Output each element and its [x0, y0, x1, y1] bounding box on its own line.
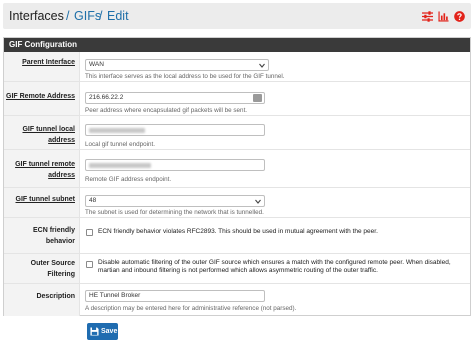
parent-interface-hint: This interface serves as the local addre… [85, 73, 285, 80]
row-tunnel-local: GIF tunnel local address Local gif tunne… [4, 116, 470, 150]
description-label: Description [36, 293, 75, 300]
tunnel-subnet-hint: The subnet is used for determining the n… [85, 209, 264, 216]
breadcrumb-separator: / [66, 9, 70, 23]
ecn-checkbox-text[interactable]: ECN friendly behavior violates RFC2893. … [98, 228, 378, 236]
tunnel-remote-input[interactable] [85, 159, 265, 171]
tunnel-local-hint: Local gif tunnel endpoint. [85, 141, 156, 148]
ecn-checkbox[interactable] [86, 229, 93, 236]
redacted-value [89, 128, 145, 133]
save-button[interactable]: Save [87, 323, 118, 340]
panel-header: GIF Configuration [4, 38, 470, 52]
page-header: Interfaces / GIFs / Edit [3, 3, 471, 29]
panel-title: GIF Configuration [9, 40, 77, 49]
gif-configuration-panel: GIF Configuration Parent Interface WAN T… [3, 37, 471, 316]
row-remote-address: GIF Remote Address 216.66.22.2 Peer addr… [4, 82, 470, 116]
description-value: HE Tunnel Broker [89, 292, 141, 299]
tunnel-local-label: GIF tunnel local address [22, 126, 75, 144]
tunnel-subnet-label: GIF tunnel subnet [15, 196, 76, 203]
ecn-label: ECN friendly behavior [32, 227, 75, 245]
breadcrumb-gifs[interactable]: GIFs [74, 9, 101, 23]
bar-chart-icon[interactable] [438, 11, 449, 22]
parent-interface-select[interactable]: WAN [85, 59, 269, 71]
tunnel-local-input[interactable] [85, 124, 265, 136]
row-tunnel-subnet: GIF tunnel subnet 48 The subnet is used … [4, 188, 470, 218]
redacted-value [89, 163, 151, 168]
tunnel-remote-label: GIF tunnel remote address [15, 161, 75, 179]
outer-filter-checkbox[interactable] [86, 261, 93, 268]
tunnel-remote-hint: Remote GIF address endpoint. [85, 176, 172, 183]
remote-address-label: GIF Remote Address [6, 93, 75, 100]
description-input[interactable]: HE Tunnel Broker [85, 290, 265, 302]
tunnel-subnet-value: 48 [89, 197, 97, 204]
remote-address-hint: Peer address where encapsulated gif pack… [85, 107, 248, 114]
breadcrumb-separator: / [99, 9, 103, 23]
parent-interface-label: Parent Interface [22, 59, 75, 66]
tunnel-subnet-select[interactable]: 48 [85, 195, 265, 207]
help-icon[interactable] [454, 11, 465, 22]
row-description: Description HE Tunnel Broker A descripti… [4, 284, 470, 316]
description-hint: A description may be entered here for ad… [85, 305, 297, 312]
sliders-icon[interactable] [422, 11, 433, 22]
address-picker-icon[interactable] [253, 94, 262, 102]
remote-address-input[interactable]: 216.66.22.2 [85, 92, 265, 104]
save-icon [90, 327, 99, 336]
save-label: Save [101, 328, 118, 335]
remote-address-value: 216.66.22.2 [89, 94, 124, 101]
row-outer-filter: Outer Source Filtering Disable automatic… [4, 254, 470, 284]
parent-interface-value: WAN [89, 61, 104, 68]
breadcrumb-interfaces[interactable]: Interfaces [9, 9, 64, 23]
chevron-down-icon [255, 199, 261, 204]
breadcrumb-edit: Edit [107, 9, 129, 23]
row-parent-interface: Parent Interface WAN This interface serv… [4, 52, 470, 82]
outer-filter-checkbox-text[interactable]: Disable automatic filtering of the outer… [98, 259, 466, 275]
outer-filter-label: Outer Source Filtering [30, 260, 75, 278]
row-tunnel-remote: GIF tunnel remote address Remote GIF add… [4, 150, 470, 188]
row-ecn: ECN friendly behavior ECN friendly behav… [4, 218, 470, 254]
chevron-down-icon [259, 63, 265, 68]
